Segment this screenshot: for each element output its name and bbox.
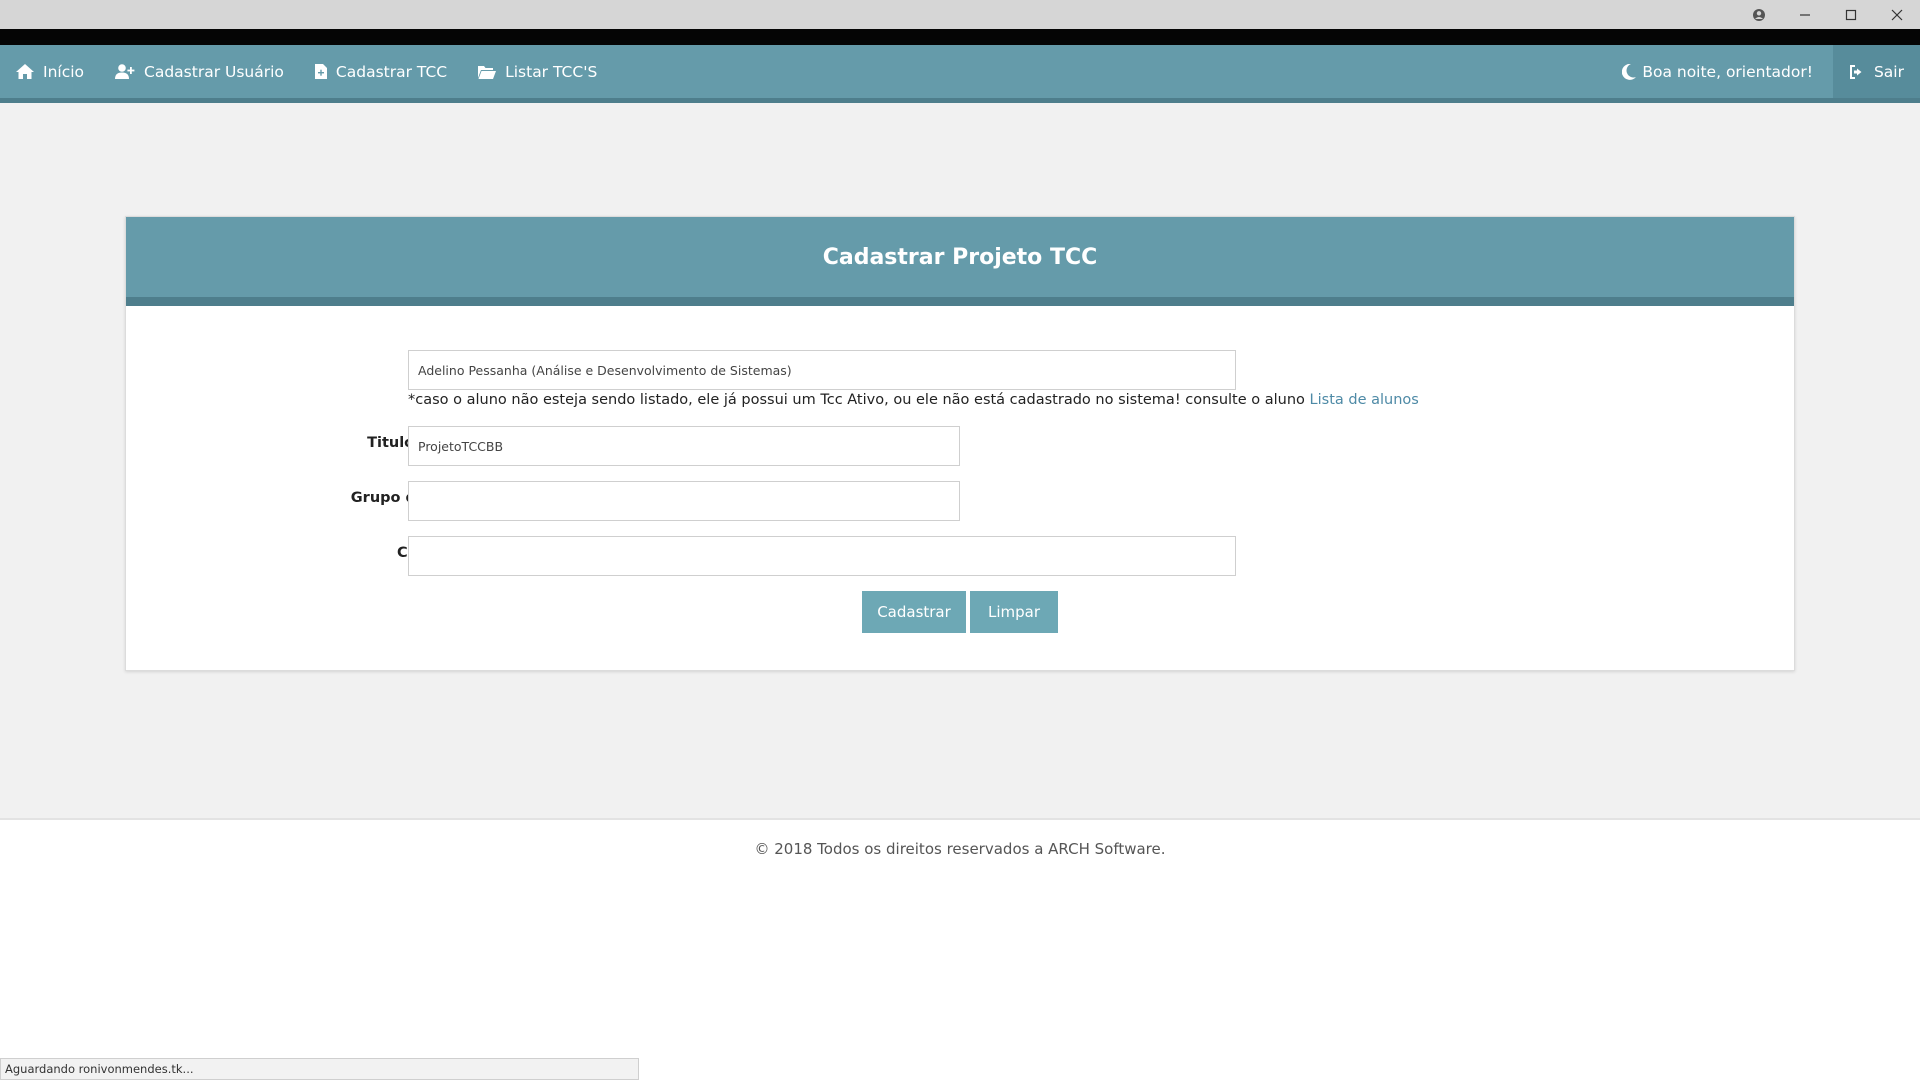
maximize-icon[interactable] [1828, 0, 1874, 29]
nav-cadastrar-usuario[interactable]: Cadastrar Usuário [99, 45, 299, 98]
grupo-input[interactable] [408, 481, 960, 521]
minimize-icon[interactable] [1782, 0, 1828, 29]
aluno-hint-text: *caso o aluno não esteja sendo listado, … [408, 392, 1305, 408]
sign-out-icon [1849, 64, 1862, 79]
card-header: Cadastrar Projeto TCC [126, 217, 1794, 306]
greeting-text: Boa noite, orientador! [1642, 62, 1813, 81]
footer: © 2018 Todos os direitos reservados a AR… [0, 818, 1920, 1080]
coorientador-input[interactable] [408, 536, 1236, 576]
user-plus-icon [115, 64, 135, 79]
nav-inicio-label: Início [43, 62, 85, 81]
titulo-input[interactable]: ProjetoTCCBB [408, 426, 960, 466]
logout-button[interactable]: Sair [1832, 45, 1920, 98]
aluno-select[interactable]: Adelino Pessanha (Análise e Desenvolvime… [408, 350, 1236, 390]
nav-listar-tccs[interactable]: Listar TCC'S [462, 45, 612, 98]
account-icon[interactable] [1736, 0, 1782, 29]
nav-cadastrar-usuario-label: Cadastrar Usuário [144, 62, 284, 81]
nav-cadastrar-tcc[interactable]: Cadastrar TCC [299, 45, 462, 98]
home-icon [16, 64, 34, 79]
nav-inicio[interactable]: Início [0, 45, 99, 98]
moon-icon [1622, 63, 1637, 80]
cadastrar-button[interactable]: Cadastrar [862, 591, 966, 633]
limpar-button[interactable]: Limpar [970, 591, 1058, 633]
copyright-text: © 2018 Todos os direitos reservados a AR… [754, 840, 1166, 858]
file-icon [314, 64, 327, 79]
close-icon[interactable] [1874, 0, 1920, 29]
toolbar-strip [0, 29, 1920, 45]
browser-status-bar: Aguardando ronivonmendes.tk... [0, 1058, 639, 1080]
top-navbar: Início Cadastrar Usuário Cadastrar TCC L… [0, 45, 1920, 103]
lista-alunos-link[interactable]: Lista de alunos [1310, 392, 1419, 408]
nav-listar-tccs-label: Listar TCC'S [505, 62, 598, 81]
card-title: Cadastrar Projeto TCC [822, 244, 1098, 270]
register-tcc-card: Cadastrar Projeto TCC Aluno Adelino Pess… [125, 216, 1795, 671]
logout-label: Sair [1873, 62, 1904, 81]
greeting: Boa noite, orientador! [1602, 45, 1833, 98]
aluno-hint: *caso o aluno não esteja sendo listado, … [408, 392, 1419, 408]
nav-cadastrar-tcc-label: Cadastrar TCC [335, 62, 448, 81]
window-title-bar [0, 0, 1920, 29]
folder-open-icon [478, 65, 497, 79]
